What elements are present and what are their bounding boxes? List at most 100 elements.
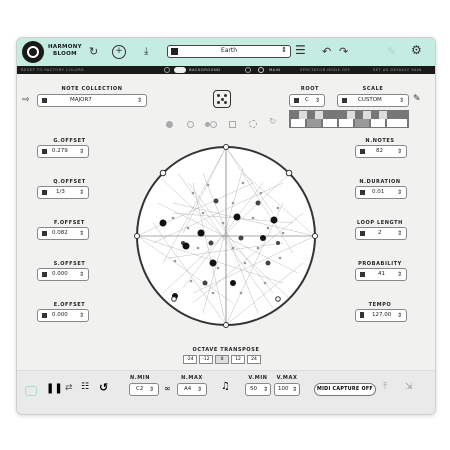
stepper-icon[interactable]: ⇕ xyxy=(292,384,297,395)
bloom-canvas[interactable] xyxy=(133,143,319,329)
v-max-label: V.MAX xyxy=(276,375,298,381)
n-max-label: N.MAX xyxy=(181,375,203,381)
octave-option-0[interactable]: 0 xyxy=(215,355,229,364)
metronome-icon xyxy=(360,312,364,318)
main-color-swatch[interactable] xyxy=(245,67,251,73)
stepper-icon[interactable]: ⇕ xyxy=(397,269,402,280)
velocity-icon[interactable]: ♫ xyxy=(221,381,230,392)
drag-midi-icon[interactable]: ⇲ xyxy=(405,382,413,392)
export-icon[interactable]: ⤒ xyxy=(383,382,387,392)
piano-icon[interactable]: ☷ xyxy=(81,382,89,392)
add-circle-icon[interactable]: + xyxy=(112,45,126,59)
grid-icon xyxy=(342,98,347,103)
n-max-select[interactable]: A4 ⇕ xyxy=(177,383,207,396)
octave-option-minus-12[interactable]: -12 xyxy=(199,355,213,364)
background-toggle[interactable] xyxy=(174,67,186,73)
octave-option-minus-24[interactable]: -24 xyxy=(183,355,197,364)
menu-icon[interactable]: ☰ xyxy=(295,43,306,57)
s-offset-value: 0.000 xyxy=(52,271,68,277)
repeat-icon[interactable]: ↺ xyxy=(99,381,108,394)
mode-dashed-circle-icon[interactable] xyxy=(249,120,257,128)
g-offset-label: G.OFFSET xyxy=(53,138,86,144)
refresh-icon[interactable]: ↻ xyxy=(89,45,98,59)
reset-colors-link[interactable]: RESET TO FACTORY COLORS xyxy=(21,66,84,74)
octave-option-24[interactable]: 24 xyxy=(247,355,261,364)
stepper-icon[interactable]: ⇕ xyxy=(399,95,404,106)
stepper-icon[interactable]: ⇕ xyxy=(315,95,320,106)
bloom-visualization[interactable] xyxy=(133,143,319,329)
background-color-swatch[interactable] xyxy=(164,67,170,73)
g-offset-field[interactable]: 0.279 ⇕ xyxy=(37,145,89,158)
v-max-field[interactable]: 100 ⇕ xyxy=(274,383,300,396)
grid-icon xyxy=(42,98,47,103)
shuffle-icon[interactable]: ⇄ xyxy=(65,383,73,393)
scale-keyboard[interactable] xyxy=(289,110,409,128)
stepper-icon[interactable]: ⇕ xyxy=(79,269,84,280)
stepper-icon[interactable]: ⇕ xyxy=(79,187,84,198)
tempo-value: 127.00 xyxy=(372,312,392,318)
stepper-icon[interactable]: ⇕ xyxy=(79,146,84,157)
loop-length-value: 2 xyxy=(378,230,382,236)
f-offset-field[interactable]: 0.082 ⇕ xyxy=(37,227,89,240)
preset-stepper-icon[interactable]: ⇕ xyxy=(281,46,287,54)
n-duration-field[interactable]: 0.01 ⇕ xyxy=(355,186,407,199)
scale-select[interactable]: CUSTOM ⇕ xyxy=(337,94,409,107)
g-offset-value: 0.279 xyxy=(52,148,68,154)
import-icon[interactable]: ⇨ xyxy=(22,95,30,105)
n-duration-label: N.DURATION xyxy=(359,179,401,185)
loop-length-field[interactable]: 2 ⇕ xyxy=(355,227,407,240)
spectator-mode-link[interactable]: SPECTATOR MODE OFF xyxy=(300,66,351,74)
root-select[interactable]: C ⇕ xyxy=(289,94,325,107)
brand-line-2: BLOOM xyxy=(53,51,77,57)
stepper-icon[interactable]: ⇕ xyxy=(149,384,154,395)
tempo-field[interactable]: 127.00 ⇕ xyxy=(355,309,407,322)
mode-dots-icon-2[interactable] xyxy=(210,121,217,128)
undo-icon[interactable]: ↶ xyxy=(322,45,331,59)
main-toggle[interactable] xyxy=(258,67,264,73)
n-notes-field[interactable]: 82 ⇕ xyxy=(355,145,407,158)
pencil-icon[interactable]: ✎ xyxy=(413,94,421,104)
redo-icon[interactable]: ↷ xyxy=(339,45,348,59)
stepper-icon[interactable]: ⇕ xyxy=(397,310,402,321)
transport-bar: ❚❚ ⇄ ☷ ↺ N.MIN C2 ⇕ ∞ N.MAX A4 ⇕ ♫ V.MIN 5… xyxy=(17,370,435,414)
e-offset-value: 0.000 xyxy=(52,312,68,318)
pause-icon[interactable]: ❚❚ xyxy=(46,383,63,394)
note-collection-select[interactable]: MAJOR7 ⇕ xyxy=(37,94,147,107)
background-label: BACKGROUND xyxy=(189,67,221,72)
s-offset-field[interactable]: 0.000 ⇕ xyxy=(37,268,89,281)
dice-icon[interactable] xyxy=(213,90,231,108)
q-offset-field[interactable]: 1/3 ⇕ xyxy=(37,186,89,199)
n-min-select[interactable]: C2 ⇕ xyxy=(129,383,159,396)
preset-selector[interactable]: Earth ⇕ xyxy=(167,45,291,58)
mode-dot-filled-icon[interactable] xyxy=(166,121,173,128)
brush-icon[interactable]: ✎ xyxy=(387,45,396,59)
e-offset-field[interactable]: 0.000 ⇕ xyxy=(37,309,89,322)
v-min-field[interactable]: 50 ⇕ xyxy=(245,383,271,396)
stepper-icon[interactable]: ⇕ xyxy=(397,228,402,239)
stepper-icon[interactable]: ⇕ xyxy=(197,384,202,395)
main-label: MAIN xyxy=(269,67,281,72)
octave-option-12[interactable]: 12 xyxy=(231,355,245,364)
top-toolbar: HARMONY BLOOM ↻ + ⤓ Earth ⇕ ☰ ↶ ↷ ✎ ⚙ xyxy=(17,38,435,66)
q-offset-label: Q.OFFSET xyxy=(53,179,86,185)
probability-field[interactable]: 41 ⇕ xyxy=(355,268,407,281)
stepper-icon[interactable]: ⇕ xyxy=(137,95,142,106)
stepper-icon[interactable]: ⇕ xyxy=(79,228,84,239)
stepper-icon[interactable]: ⇕ xyxy=(79,310,84,321)
stepper-icon[interactable]: ⇕ xyxy=(263,384,268,395)
mode-square-icon[interactable] xyxy=(229,121,236,128)
save-icon[interactable]: ⤓ xyxy=(144,45,148,59)
grid-icon xyxy=(42,190,47,195)
mode-rotate-icon[interactable]: ↻ xyxy=(269,117,277,127)
gear-icon[interactable]: ⚙ xyxy=(411,43,422,57)
link-icon[interactable]: ∞ xyxy=(164,384,171,393)
stepper-icon[interactable]: ⇕ xyxy=(397,187,402,198)
brand-name: HARMONY BLOOM xyxy=(48,44,82,58)
v-min-label: V.MIN xyxy=(248,375,268,381)
stepper-icon[interactable]: ⇕ xyxy=(397,146,402,157)
n-notes-label: N.NOTES xyxy=(365,138,395,144)
set-default-skin-link[interactable]: SET AS DEFAULT SKIN xyxy=(373,66,422,74)
loop-toggle-icon[interactable] xyxy=(25,386,37,396)
midi-capture-button[interactable]: MIDI CAPTURE OFF xyxy=(314,383,376,396)
mode-dot-outline-icon[interactable] xyxy=(187,121,194,128)
